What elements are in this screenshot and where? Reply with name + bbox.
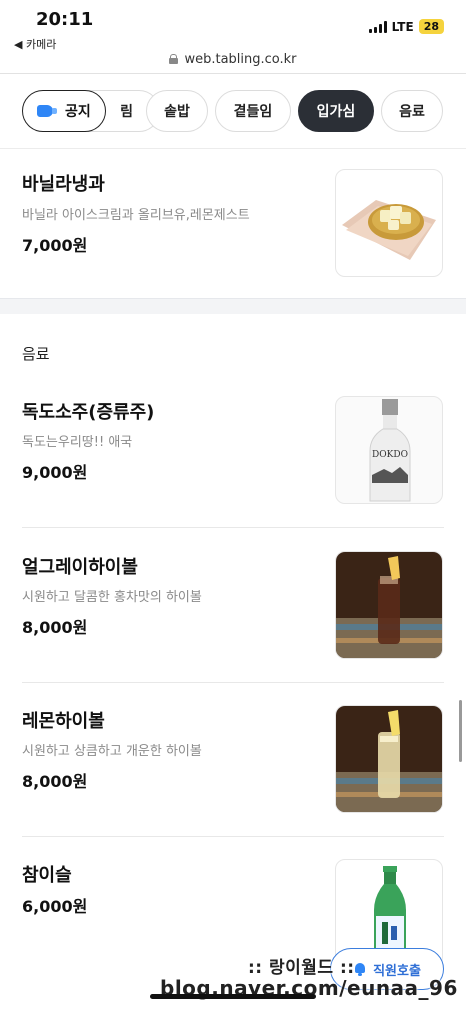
item-name: 독도소주(증류주) <box>22 402 155 423</box>
address-bar[interactable]: web.tabling.co.kr <box>0 46 466 72</box>
notice-label: 공지 <box>65 104 91 120</box>
divider <box>0 148 466 149</box>
item-price: 8,000원 <box>22 618 88 637</box>
section-divider <box>0 298 466 314</box>
category-tabs: 공지 림 솥밥 곁들임 입가심 음료 <box>22 90 466 132</box>
status-bar: 20:11 ◀ 카메라 LTE 28 <box>0 0 466 51</box>
tab-sotbap[interactable]: 솥밥 <box>146 90 208 132</box>
scrollbar[interactable] <box>459 700 462 762</box>
item-price: 8,000원 <box>22 772 88 791</box>
item-description: 독도는우리땅!! 애국 <box>22 435 133 450</box>
item-price: 9,000원 <box>22 463 88 482</box>
item-name: 참이슬 <box>22 865 72 886</box>
url-text: web.tabling.co.kr <box>184 51 297 67</box>
tab-dessert[interactable]: 입가심 <box>298 90 374 132</box>
tab-drinks[interactable]: 음료 <box>381 90 443 132</box>
home-indicator[interactable] <box>150 994 316 999</box>
bell-icon <box>353 962 367 976</box>
network-label: LTE <box>391 19 414 34</box>
battery-icon: 28 <box>418 19 444 34</box>
divider <box>22 836 444 837</box>
notice-button[interactable]: 공지 <box>22 90 106 132</box>
dokdo-bottle-image: DOKDO <box>335 396 443 504</box>
status-indicators: LTE 28 <box>368 19 444 34</box>
status-time: 20:11 <box>36 9 94 30</box>
item-price: 7,000원 <box>22 236 88 255</box>
divider <box>22 682 444 683</box>
item-name: 바닐라냉과 <box>22 174 105 195</box>
watermark-title: :: 랑이월드 :: <box>248 958 355 978</box>
divider <box>22 527 444 528</box>
item-description: 시원하고 상큼하고 개운한 하이볼 <box>22 744 202 759</box>
section-title: 음료 <box>22 345 50 363</box>
tab-side-dishes[interactable]: 곁들임 <box>215 90 291 132</box>
item-name: 레몬하이볼 <box>22 711 105 732</box>
vanilla-dessert-image <box>335 169 443 277</box>
earlgrey-highball-image <box>335 551 443 659</box>
megaphone-icon <box>37 103 57 119</box>
item-price: 6,000원 <box>22 897 88 916</box>
item-description: 바닐라 아이스크림과 올리브유,레몬제스트 <box>22 208 250 223</box>
item-name: 얼그레이하이볼 <box>22 557 138 578</box>
lock-icon <box>169 54 179 64</box>
divider <box>0 73 466 74</box>
bottle-label: DOKDO <box>372 450 408 460</box>
lemon-highball-image <box>335 705 443 813</box>
signal-icon <box>368 20 387 33</box>
item-description: 시원하고 달콤한 홍차맛의 하이볼 <box>22 590 202 605</box>
